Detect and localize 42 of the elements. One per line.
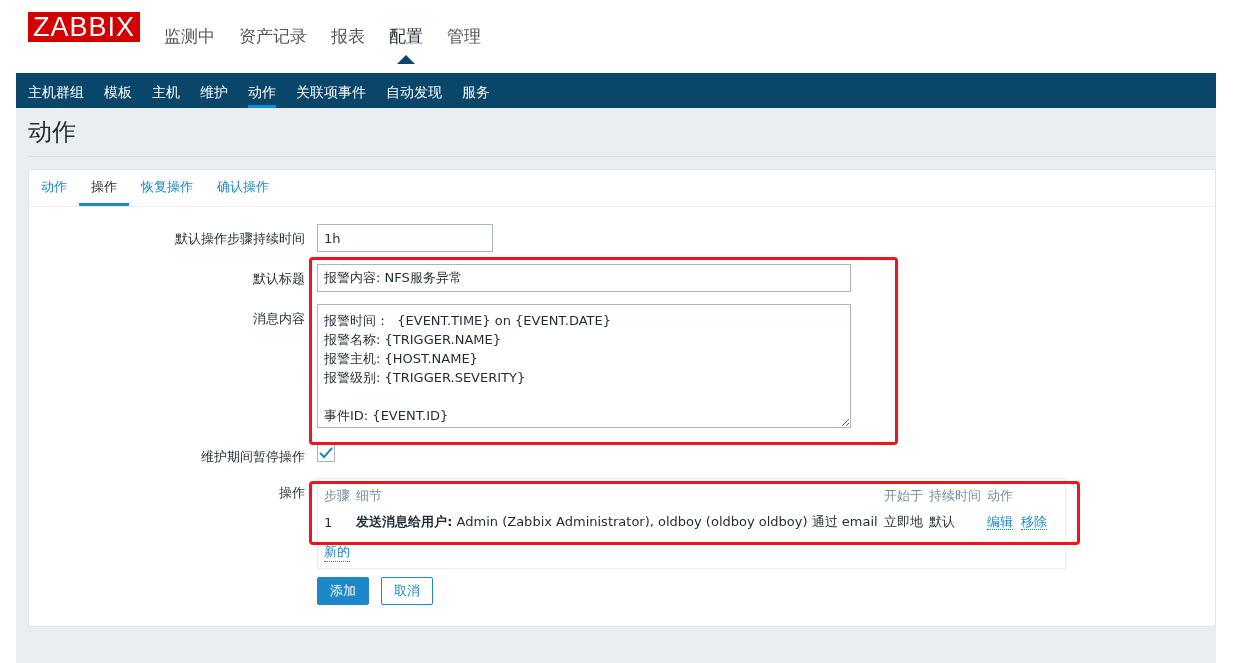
field-label: 默认操作步骤持续时间 — [174, 230, 305, 248]
pause-checkbox[interactable] — [317, 444, 335, 462]
sub-menu-item[interactable]: 模板 — [104, 73, 132, 108]
sub-menu-item[interactable]: 维护 — [200, 73, 228, 108]
zabbix-logo[interactable]: ZABBIX — [28, 11, 141, 42]
main-menu-item[interactable]: 监测中 — [164, 26, 216, 46]
column-header: 开始于 — [883, 483, 929, 509]
tab[interactable]: 恢复操作 — [141, 170, 193, 206]
message-field[interactable]: 报警时间： {EVENT.TIME} on {EVENT.DATE} 报警名称: {TRIGGER.NAME} 报警主机: {HOST.NAME} 报警级别: {TRIGGER.SEVERITY} 事件ID: {EVENT.ID} — [317, 304, 851, 428]
sub-menu-item[interactable]: 自动发现 — [386, 73, 442, 108]
tab[interactable]: 操作 — [79, 170, 129, 206]
column-header: 动作 — [986, 487, 1014, 505]
main-menu-item[interactable]: 报表 — [331, 26, 366, 46]
field-label: 消息内容 — [252, 310, 305, 328]
new-operation-link[interactable]: 新的 — [324, 543, 350, 562]
table-cell: 发送消息给用户: Admin (Zabbix Administrator), oldboy (oldboy oldboy) 通过 email — [356, 509, 884, 535]
row-action-link[interactable]: 移除 — [1020, 514, 1047, 530]
menu-pointer-icon — [397, 55, 416, 64]
cancel-button[interactable]: 取消 — [381, 577, 433, 605]
table-cell: 默认 — [928, 509, 987, 535]
sub-menu-item[interactable]: 主机 — [152, 73, 180, 108]
page-title: 动作 — [28, 120, 1216, 157]
field-label: 默认标题 — [252, 270, 305, 288]
main-menu-item[interactable]: 资产记录 — [239, 26, 308, 46]
duration-field[interactable]: 1h — [317, 224, 493, 252]
table-cell: 立即地 — [883, 509, 929, 535]
sub-menu-item[interactable]: 主机群组 — [28, 73, 84, 108]
main-menu-item[interactable]: 配置 — [389, 26, 424, 46]
tab[interactable]: 确认操作 — [217, 170, 269, 206]
field-label: 维护期间暂停操作 — [200, 448, 305, 466]
sub-menu-item[interactable]: 关联项事件 — [296, 73, 366, 108]
column-header: 持续时间 — [928, 483, 987, 509]
row-action-link[interactable]: 编辑 — [986, 514, 1013, 530]
column-header: 细节 — [356, 483, 884, 509]
sub-menu-item[interactable]: 服务 — [462, 73, 490, 108]
column-header: 步骤 — [324, 483, 357, 509]
field-label: 操作 — [278, 484, 305, 502]
main-menu-item[interactable]: 管理 — [447, 26, 482, 46]
tab[interactable]: 动作 — [41, 170, 67, 206]
subject-field[interactable]: 报警内容: NFS服务异常 — [317, 264, 851, 292]
table-cell: 1 — [324, 509, 357, 535]
add-button[interactable]: 添加 — [317, 577, 369, 605]
